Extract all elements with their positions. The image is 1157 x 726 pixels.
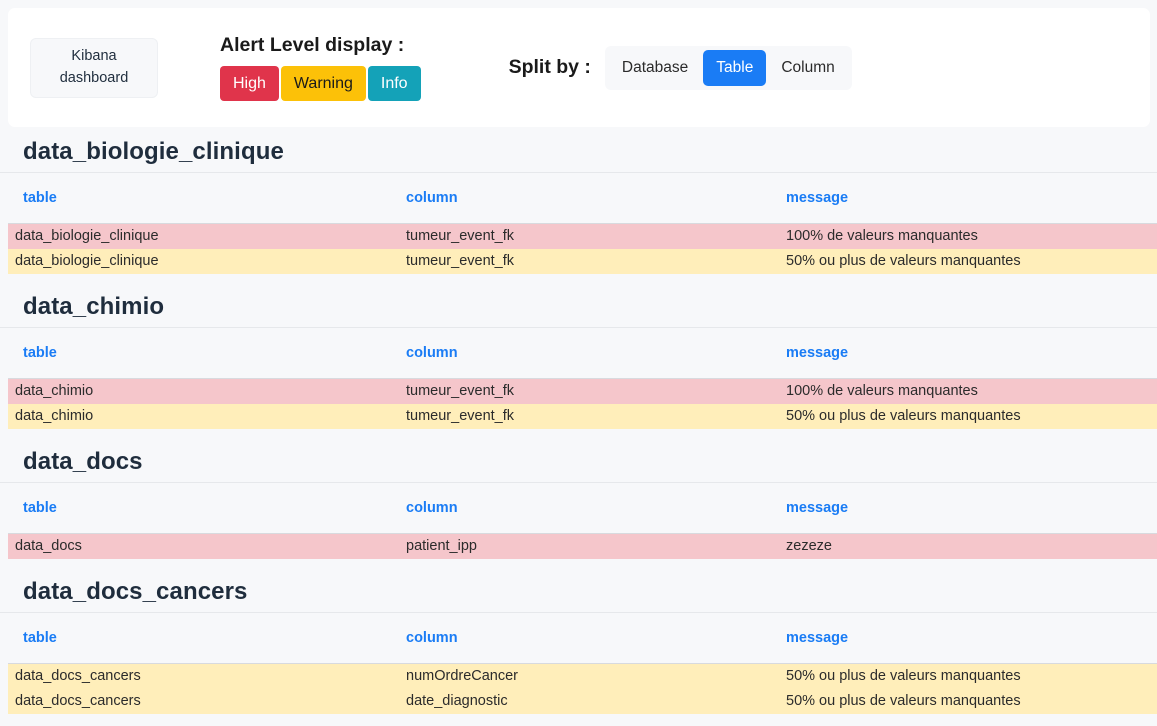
table-header-row: table column message — [8, 483, 1157, 534]
alert-section: data_docs table column message data_docs pati… — [0, 441, 1157, 559]
alerts-table: table column message data_chimio tumeur_even… — [8, 328, 1157, 429]
table-row[interactable]: data_docs_cancers date_diagnostic 50% ou p… — [8, 689, 1157, 714]
column-header-column[interactable]: column — [391, 613, 771, 664]
cell-table: data_docs_cancers — [8, 663, 391, 689]
table-header-row: table column message — [8, 328, 1157, 379]
cell-table: data_chimio — [8, 404, 391, 429]
column-header-message[interactable]: message — [771, 613, 1157, 664]
cell-column: tumeur_event_fk — [391, 404, 771, 429]
column-header-table[interactable]: table — [8, 328, 391, 379]
cell-message: 50% ou plus de valeurs manquantes — [771, 249, 1157, 274]
cell-table: data_chimio — [8, 378, 391, 404]
cell-message: 100% de valeurs manquantes — [771, 378, 1157, 404]
split-by-table-button[interactable]: Table — [703, 49, 767, 86]
column-header-column[interactable]: column — [391, 328, 771, 379]
table-row[interactable]: data_chimio tumeur_event_fk 100% de valeur… — [8, 378, 1157, 404]
cell-table: data_biologie_clinique — [8, 249, 391, 274]
cell-message: 50% ou plus de valeurs manquantes — [771, 663, 1157, 689]
alert-level-title: Alert Level display : — [220, 34, 405, 56]
split-by-label: Split by : — [508, 56, 591, 78]
cell-column: tumeur_event_fk — [391, 249, 771, 274]
cell-column: tumeur_event_fk — [391, 223, 771, 249]
cell-table: data_biologie_clinique — [8, 223, 391, 249]
cell-message: 100% de valeurs manquantes — [771, 223, 1157, 249]
cell-message: 50% ou plus de valeurs manquantes — [771, 689, 1157, 714]
section-title: data_docs — [23, 448, 143, 475]
alert-level-display: Alert Level display : High Warning Info — [220, 34, 421, 101]
alerts-table: table column message data_docs_cancers numOr… — [8, 613, 1157, 714]
column-header-message[interactable]: message — [771, 173, 1157, 224]
table-header-row: table column message — [8, 173, 1157, 224]
cell-table: data_docs_cancers — [8, 689, 391, 714]
kibana-dashboard-label-line1: Kibana — [71, 48, 117, 65]
column-header-table[interactable]: table — [8, 483, 391, 534]
split-by-database-button[interactable]: Database — [609, 50, 701, 86]
column-header-column[interactable]: column — [391, 173, 771, 224]
split-by-column-button[interactable]: Column — [768, 50, 847, 86]
cell-column: date_diagnostic — [391, 689, 771, 714]
table-row[interactable]: data_biologie_clinique tumeur_event_fk 100… — [8, 223, 1157, 249]
alert-sections: data_biologie_clinique table column message… — [0, 131, 1157, 726]
cell-column: tumeur_event_fk — [391, 378, 771, 404]
section-title: data_docs_cancers — [23, 578, 248, 605]
kibana-dashboard-button[interactable]: Kibana dashboard — [30, 37, 158, 98]
section-title: data_chimio — [23, 293, 165, 320]
alert-level-info-button[interactable]: Info — [367, 66, 421, 101]
cell-table: data_docs — [8, 533, 391, 559]
column-header-table[interactable]: table — [8, 613, 391, 664]
column-header-column[interactable]: column — [391, 483, 771, 534]
alert-level-group: High Warning Info — [220, 66, 421, 101]
split-by-segmented-group: Database Table Column — [604, 45, 852, 90]
alert-section: data_biologie_clinique table column message… — [0, 131, 1157, 274]
alert-level-warning-button[interactable]: Warning — [280, 66, 366, 101]
column-header-table[interactable]: table — [8, 173, 391, 224]
alert-section: data_docs_cancers table column message data_… — [0, 571, 1157, 714]
cell-column: patient_ipp — [391, 533, 771, 559]
cell-message: 50% ou plus de valeurs manquantes — [771, 404, 1157, 429]
column-header-message[interactable]: message — [771, 328, 1157, 379]
table-row[interactable]: data_biologie_clinique tumeur_event_fk 50%… — [8, 249, 1157, 274]
table-row[interactable]: data_docs patient_ipp zezeze — [8, 533, 1157, 559]
cell-message: zezeze — [771, 533, 1157, 559]
alert-level-high-button[interactable]: High — [220, 66, 279, 101]
kibana-dashboard-label-line2: dashboard — [59, 69, 129, 86]
cell-column: numOrdreCancer — [391, 663, 771, 689]
alerts-table: table column message data_biologie_clinique… — [8, 173, 1157, 274]
table-header-row: table column message — [8, 613, 1157, 664]
table-row[interactable]: data_docs_cancers numOrdreCancer 50% ou pl… — [8, 663, 1157, 689]
alert-section: data_chimio table column message data_chimio… — [0, 286, 1157, 429]
column-header-message[interactable]: message — [771, 483, 1157, 534]
split-by-control: Split by : Database Table Column — [508, 45, 852, 90]
alerts-table: table column message data_docs patient_ipp ze… — [8, 483, 1157, 559]
section-title: data_biologie_clinique — [23, 138, 284, 165]
toolbar: Kibana dashboard Alert Level display : H… — [8, 8, 1150, 127]
table-row[interactable]: data_chimio tumeur_event_fk 50% ou plus de… — [8, 404, 1157, 429]
